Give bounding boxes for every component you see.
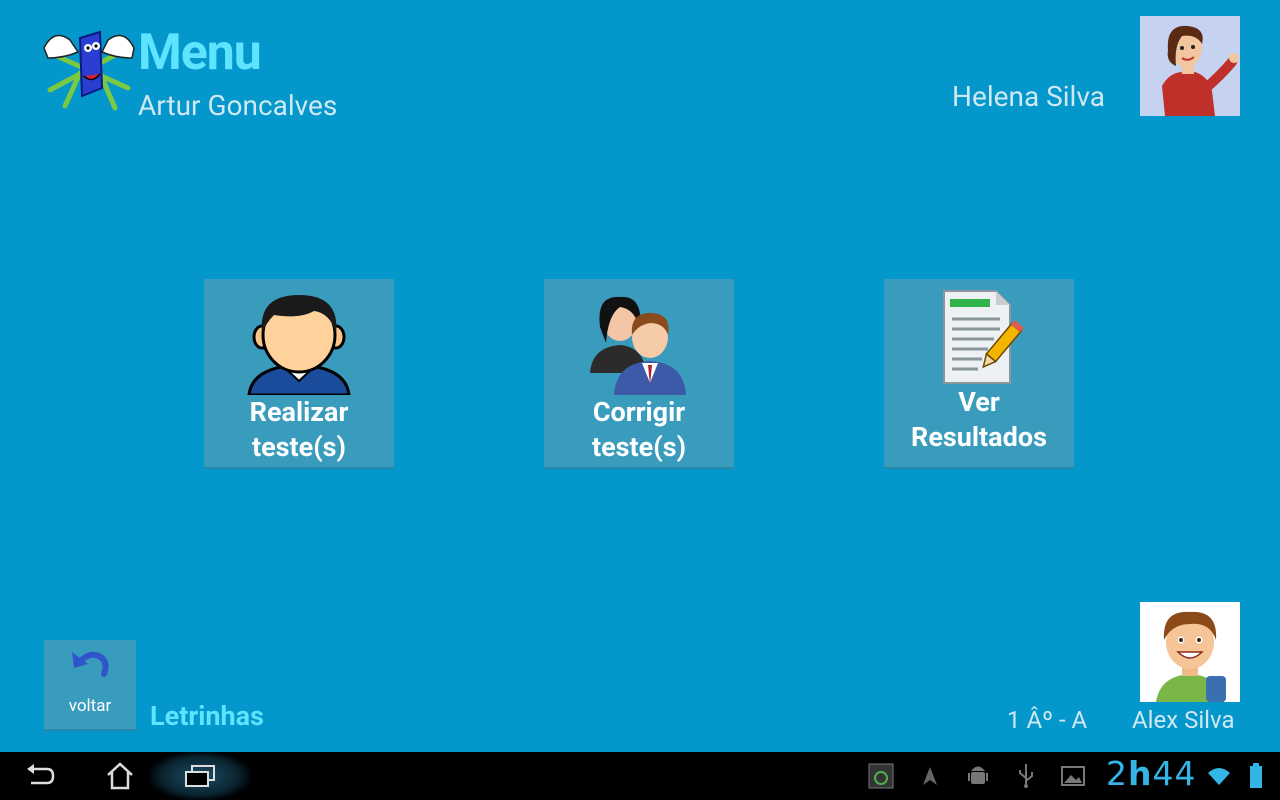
navigation-arrow-icon: [920, 752, 940, 800]
app-logo: [40, 18, 138, 112]
page-title: Menu: [138, 24, 262, 82]
tile-label: Realizar teste(s): [249, 396, 349, 463]
android-debug-icon: [966, 752, 990, 800]
back-button[interactable]: voltar: [44, 640, 136, 731]
home-icon: [107, 762, 133, 790]
realizar-testes-button[interactable]: Realizar teste(s): [204, 279, 394, 469]
back-arrow-icon: [27, 764, 55, 785]
app-name: Letrinhas: [150, 700, 264, 732]
back-nav-button[interactable]: [20, 752, 60, 800]
ver-resultados-button[interactable]: Ver Resultados: [884, 279, 1074, 469]
gallery-icon: [1060, 752, 1086, 800]
user-name: Artur Goncalves: [138, 89, 338, 122]
recent-apps-icon: [185, 765, 215, 787]
tile-label: Ver Resultados: [911, 386, 1047, 453]
clock: 2h44: [1106, 754, 1197, 793]
report-icon: [934, 285, 1024, 385]
undo-icon: [70, 648, 110, 684]
battery-icon: [1246, 752, 1266, 800]
student-icon: [244, 285, 354, 395]
system-navigation-bar: [0, 752, 1280, 800]
class-label: 1 Âº - A: [1007, 706, 1088, 734]
teacher-name: Helena Silva: [952, 80, 1105, 113]
recent-apps-nav-button[interactable]: [150, 752, 250, 800]
screenshot-icon[interactable]: [866, 752, 896, 800]
student-avatar[interactable]: [1140, 602, 1240, 702]
corrigir-testes-button[interactable]: Corrigir teste(s): [544, 279, 734, 469]
tile-label: Corrigir teste(s): [591, 396, 687, 463]
wifi-icon: [1205, 752, 1233, 800]
back-label: voltar: [68, 696, 112, 716]
teacher-avatar[interactable]: [1140, 16, 1240, 116]
student-name: Alex Silva: [1132, 706, 1235, 734]
teachers-icon: [584, 285, 694, 395]
home-nav-button[interactable]: [100, 752, 140, 800]
usb-icon: [1016, 752, 1036, 800]
